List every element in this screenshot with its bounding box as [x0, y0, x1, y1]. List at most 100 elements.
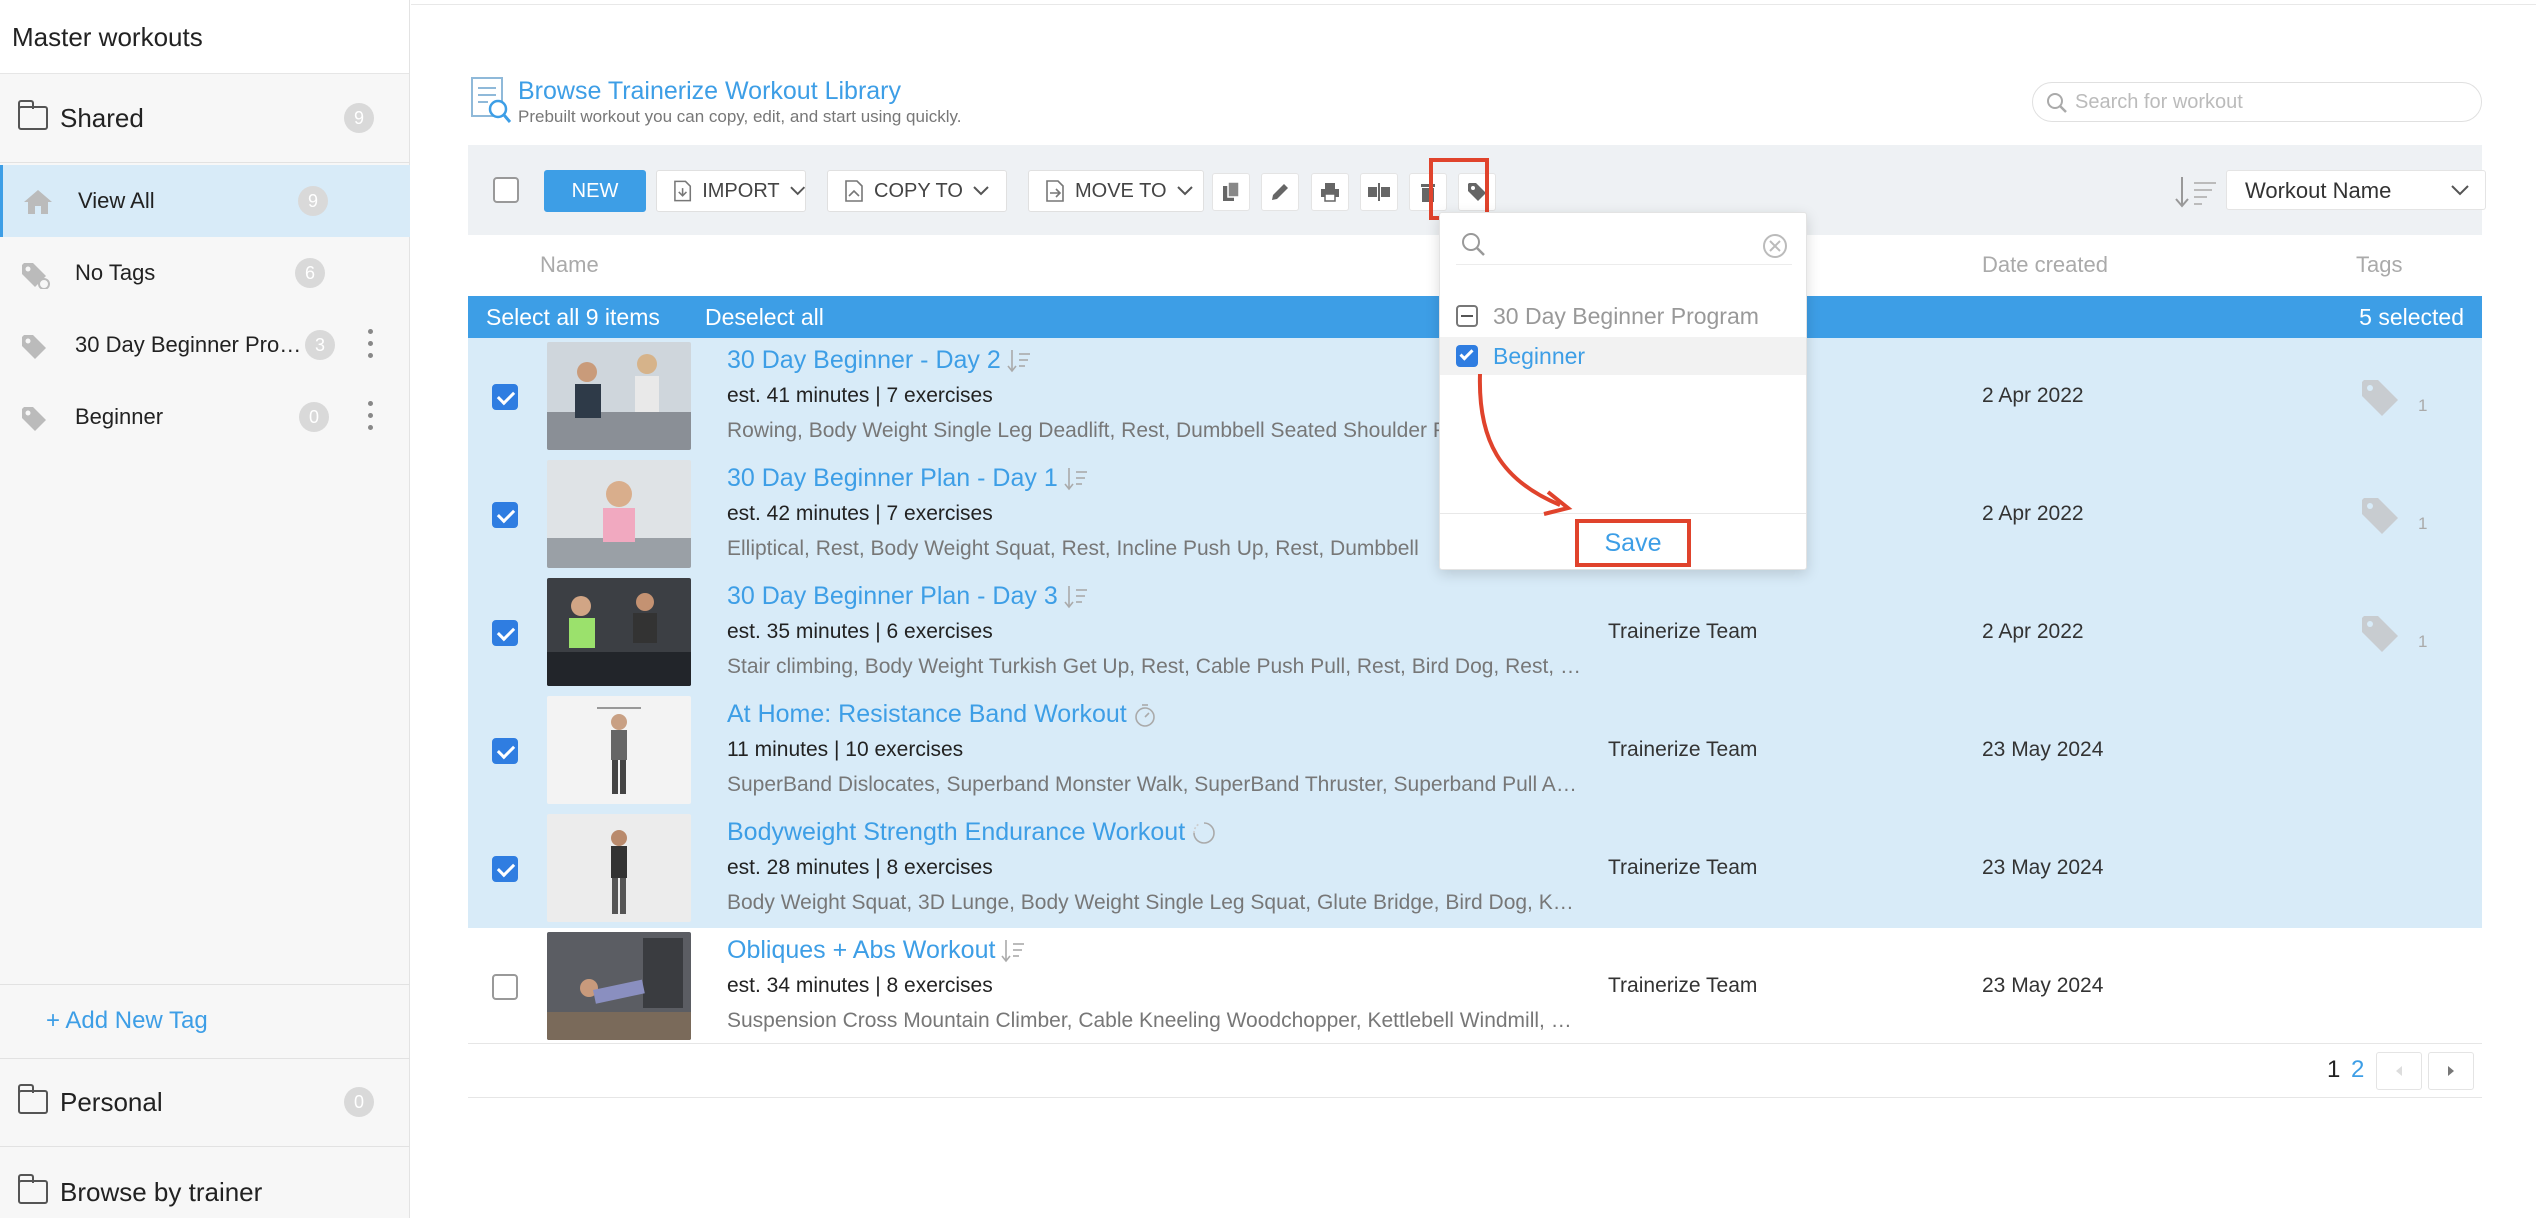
workout-title: Bodyweight Strength Endurance Workout [727, 818, 1186, 846]
search-placeholder: Search for workout [2075, 91, 2243, 113]
workout-creator: Trainerize Team [1608, 738, 1758, 761]
workout-thumbnail[interactable] [547, 578, 691, 686]
tag-icon[interactable] [2358, 494, 2402, 536]
folder-browse-by-trainer[interactable]: Browse by trainer [0, 1150, 410, 1218]
workout-title-link[interactable]: 30 Day Beginner Plan - Day 1 [727, 464, 1088, 493]
print-icon [1321, 183, 1339, 202]
tag-icon[interactable] [2358, 376, 2402, 418]
sidebar-item-label: View All [78, 188, 155, 213]
tag-option-30-day-beginner[interactable]: 30 Day Beginner Program [1440, 297, 1806, 335]
sort-icon[interactable] [2174, 175, 2218, 209]
workout-creator: Trainerize Team [1608, 620, 1758, 643]
caret-right-icon [2448, 1066, 2454, 1076]
row-checkbox[interactable] [492, 738, 518, 764]
search-icon [2047, 93, 2067, 113]
sort-list-icon [1064, 586, 1087, 609]
sidebar-item-30-day-beginner[interactable]: 30 Day Beginner Pro… 3 [0, 309, 410, 381]
folder-personal-count: 0 [344, 1087, 374, 1117]
sort-select[interactable]: Workout Name [2226, 170, 2486, 210]
duplicate-icon [1223, 181, 1240, 201]
tag-icon[interactable] [2358, 612, 2402, 654]
sort-list-icon [1007, 350, 1030, 373]
row-checkbox[interactable] [492, 384, 518, 410]
item-count: 3 [305, 330, 335, 360]
divider [0, 1146, 410, 1147]
table-row[interactable]: Obliques + Abs Workout est. 34 minutes |… [468, 928, 2482, 1046]
page-current[interactable]: 1 [2327, 1056, 2340, 1083]
sidebar-item-view-all[interactable]: View All 9 [0, 165, 410, 237]
workout-thumbnail[interactable] [547, 460, 691, 568]
tag-off-icon [22, 263, 50, 289]
divider [411, 4, 2536, 5]
new-button[interactable]: NEW [544, 170, 646, 212]
more-options-icon[interactable] [368, 329, 374, 361]
folder-icon [17, 100, 48, 130]
deselect-all-link[interactable]: Deselect all [705, 304, 824, 331]
folder-shared[interactable]: Shared 9 [0, 74, 410, 162]
divider [468, 1097, 2482, 1098]
workout-title-link[interactable]: Bodyweight Strength Endurance Workout [727, 818, 1217, 847]
select-all-link[interactable]: Select all 9 items [486, 304, 660, 331]
import-button[interactable]: IMPORT [656, 170, 806, 212]
page-next[interactable]: 2 [2351, 1056, 2364, 1083]
workout-date: 2 Apr 2022 [1982, 502, 2084, 525]
timer-icon [1134, 704, 1155, 728]
row-checkbox[interactable] [492, 502, 518, 528]
sidebar-item-beginner[interactable]: Beginner 0 [0, 381, 410, 453]
pagination: 1 2 [2327, 1056, 2364, 1084]
add-new-tag-link[interactable]: + Add New Tag [46, 1007, 208, 1035]
workout-title-link[interactable]: 30 Day Beginner Plan - Day 3 [727, 582, 1088, 611]
sort-select-value: Workout Name [2245, 178, 2392, 203]
folder-personal[interactable]: Personal 0 [0, 1058, 410, 1146]
sidebar-item-no-tags[interactable]: No Tags 6 [0, 237, 410, 309]
workout-title-link[interactable]: Obliques + Abs Workout [727, 936, 1025, 965]
workout-title-link[interactable]: 30 Day Beginner - Day 2 [727, 346, 1031, 375]
next-page-button[interactable] [2428, 1052, 2474, 1090]
tag-count: 1 [2418, 396, 2428, 415]
duplicate-button[interactable] [1212, 173, 1250, 211]
workout-thumbnail[interactable] [547, 814, 691, 922]
workout-thumbnail[interactable] [547, 932, 691, 1040]
tag-search-input[interactable] [1456, 225, 1792, 265]
import-label: IMPORT [702, 179, 780, 202]
column-header-name[interactable]: Name [540, 252, 599, 278]
rename-button[interactable] [1360, 173, 1398, 211]
search-input[interactable]: Search for workout [2032, 82, 2482, 122]
workout-title-link[interactable]: At Home: Resistance Band Workout [727, 700, 1157, 729]
move-to-label: MOVE TO [1075, 179, 1167, 202]
workout-title: 30 Day Beginner Plan - Day 3 [727, 582, 1058, 610]
prev-page-button[interactable] [2376, 1052, 2422, 1090]
workout-exercises: SuperBand Dislocates, Superband Monster … [727, 773, 1577, 796]
folder-personal-label: Personal [60, 1086, 163, 1117]
sidebar-title: Master workouts [0, 0, 409, 74]
workout-thumbnail[interactable] [547, 342, 691, 450]
table-row[interactable]: At Home: Resistance Band Workout 11 minu… [468, 692, 2482, 810]
more-options-icon[interactable] [368, 401, 374, 433]
workout-date: 2 Apr 2022 [1982, 620, 2084, 643]
save-button[interactable]: Save [1575, 519, 1691, 567]
workout-thumbnail[interactable] [547, 696, 691, 804]
workout-exercises: Body Weight Squat, 3D Lunge, Body Weight… [727, 891, 1574, 914]
workout-title: 30 Day Beginner - Day 2 [727, 346, 1001, 374]
chevron-down-icon [1176, 186, 1193, 196]
move-icon [1046, 180, 1064, 202]
sidebar: Master workouts Shared 9 View All 9 No T… [0, 0, 410, 1218]
table-row[interactable]: 30 Day Beginner Plan - Day 3 est. 35 min… [468, 574, 2482, 692]
move-to-button[interactable]: MOVE TO [1028, 170, 1204, 212]
pencil-icon [1272, 184, 1288, 200]
select-all-checkbox[interactable] [493, 177, 519, 203]
copy-to-button[interactable]: COPY TO [827, 170, 1007, 212]
workout-library-page: Master workouts Shared 9 View All 9 No T… [0, 0, 2536, 1218]
print-button[interactable] [1311, 173, 1349, 211]
folder-shared-label: Shared [60, 102, 144, 133]
row-checkbox[interactable] [492, 620, 518, 646]
table-row[interactable]: Bodyweight Strength Endurance Workout es… [468, 810, 2482, 928]
indeterminate-checkbox[interactable] [1456, 305, 1478, 327]
checked-checkbox[interactable] [1456, 345, 1478, 367]
row-checkbox[interactable] [492, 974, 518, 1000]
column-header-date-created[interactable]: Date created [1982, 252, 2108, 278]
edit-button[interactable] [1261, 173, 1299, 211]
row-checkbox[interactable] [492, 856, 518, 882]
import-icon [674, 180, 692, 202]
clear-icon[interactable] [1762, 233, 1788, 259]
